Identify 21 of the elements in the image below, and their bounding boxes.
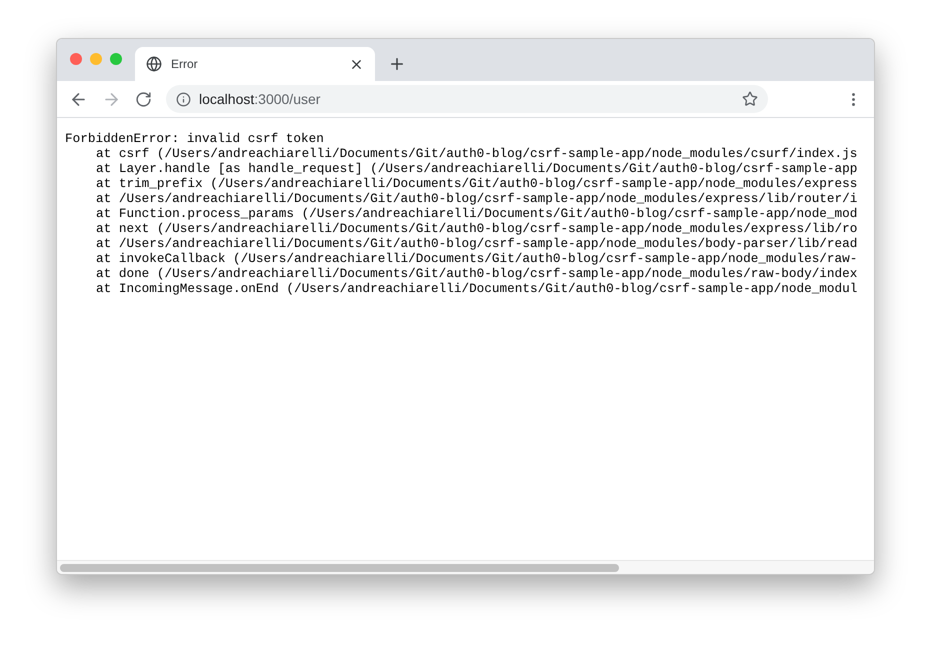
stack-trace-line: at csrf (/Users/andreachiarelli/Documents/Git/auth0-blog/csrf-sample-app/node_modules/csurf/index.js bbox=[96, 146, 858, 161]
url-text: localhost:3000/user bbox=[199, 90, 322, 108]
stack-trace-line: at invokeCallback (/Users/andreachiarelli/Documents/Git/auth0-blog/csrf-sample-app/node_modules/raw- bbox=[96, 251, 858, 266]
bookmark-star-icon[interactable] bbox=[742, 91, 758, 107]
stack-trace-line: at done (/Users/andreachiarelli/Documents/Git/auth0-blog/csrf-sample-app/node_modules/raw-body/index bbox=[96, 266, 858, 281]
tab-title: Error bbox=[171, 56, 199, 73]
error-message: ForbiddenError: invalid csrf token bbox=[65, 131, 324, 146]
stack-trace-line: at IncomingMessage.onEnd (/Users/andreachiarelli/Documents/Git/auth0-blog/csrf-sample-app/node_modul bbox=[96, 281, 858, 296]
new-tab-icon[interactable] bbox=[388, 55, 406, 73]
address-bar[interactable]: localhost:3000/user bbox=[166, 85, 768, 113]
stack-trace-line: at Layer.handle [as handle_request] (/Users/andreachiarelli/Documents/Git/auth0-blog/csrf-sample-app bbox=[96, 161, 858, 176]
stack-trace-line: at /Users/andreachiarelli/Documents/Git/auth0-blog/csrf-sample-app/node_modules/express/lib/router/i bbox=[96, 191, 858, 206]
stack-trace-line: at Function.process_params (/Users/andreachiarelli/Documents/Git/auth0-blog/csrf-sample-app/node_mod bbox=[96, 206, 858, 221]
stack-trace-line: at /Users/andreachiarelli/Documents/Git/auth0-blog/csrf-sample-app/node_modules/body-parser/lib/read bbox=[96, 236, 858, 251]
reload-icon[interactable] bbox=[135, 90, 152, 108]
globe-icon bbox=[146, 56, 162, 72]
scrollbar-thumb[interactable] bbox=[60, 564, 619, 572]
browser-tab[interactable]: Error bbox=[135, 47, 375, 81]
info-icon bbox=[176, 92, 191, 106]
stack-trace-line: at next (/Users/andreachiarelli/Documents/Git/auth0-blog/csrf-sample-app/node_modules/express/lib/ro bbox=[96, 221, 858, 236]
stack-trace-line: at trim_prefix (/Users/andreachiarelli/Documents/Git/auth0-blog/csrf-sample-app/node_modules/express bbox=[96, 176, 858, 191]
